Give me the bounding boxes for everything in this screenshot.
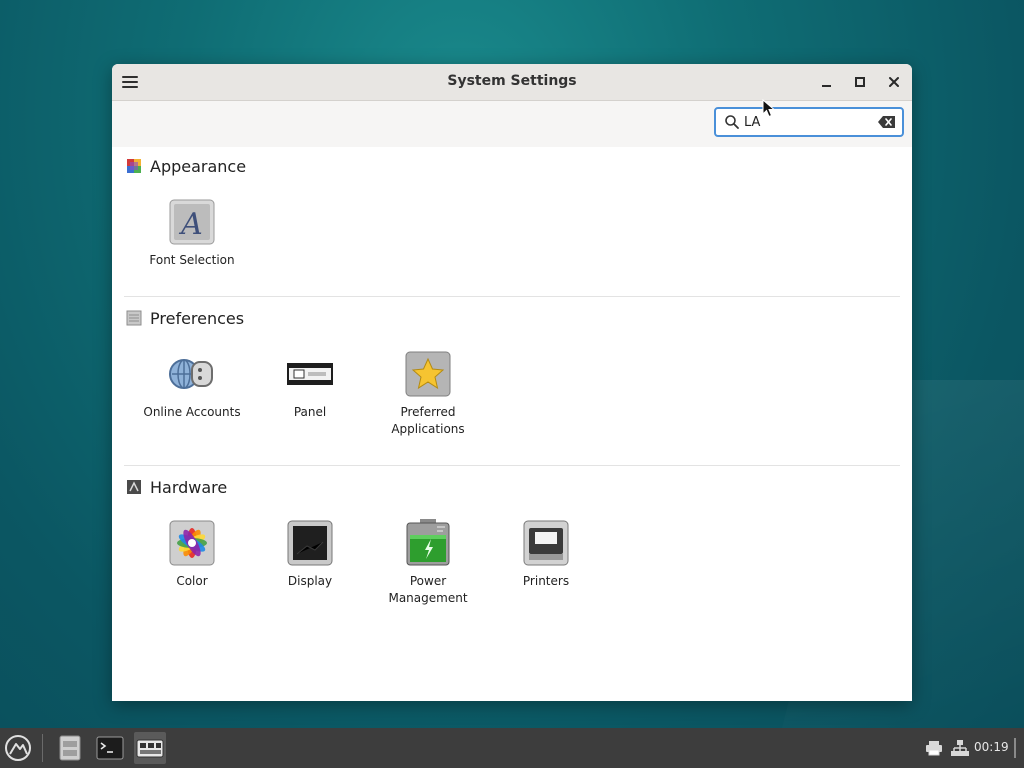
titlebar[interactable]: System Settings (112, 64, 912, 101)
taskbar: 00:19 (0, 728, 1024, 768)
item-label: Font Selection (149, 253, 235, 267)
svg-text:A: A (178, 207, 203, 242)
minimize-icon (821, 85, 831, 87)
start-menu-button[interactable] (2, 732, 34, 764)
close-icon (889, 77, 899, 87)
panel-icon (286, 350, 334, 398)
clear-search-icon[interactable] (878, 116, 896, 128)
item-label: Printers (522, 574, 570, 588)
settings-item-printers[interactable]: Printers (487, 519, 605, 590)
section-appearance: Appearance (126, 156, 246, 176)
preferred-applications-icon (404, 350, 452, 398)
item-label: Display (287, 574, 333, 588)
color-icon (168, 519, 216, 567)
settings-item-preferred-applications[interactable]: Preferred Applications (369, 350, 487, 438)
start-menu-icon (5, 735, 31, 761)
section-title-preferences: Preferences (150, 308, 245, 328)
minimize-button[interactable] (816, 72, 836, 92)
toolbar (112, 101, 912, 147)
settings-item-color[interactable]: Color (133, 519, 251, 590)
close-button[interactable] (884, 72, 904, 92)
section-preferences: Preferences (126, 308, 244, 328)
terminal-button[interactable] (94, 732, 126, 764)
terminal-icon (96, 736, 124, 760)
section-title-appearance: Appearance (150, 156, 247, 176)
item-label: Power Management (388, 574, 468, 605)
power-management-icon (404, 519, 452, 567)
settings-item-power-management[interactable]: Power Management (369, 519, 487, 607)
system-settings-icon (136, 739, 164, 758)
hardware-section-icon (127, 480, 141, 494)
section-divider (124, 465, 900, 466)
network-icon (951, 740, 969, 756)
system-settings-window: System Settings LA Appearance A Font Sel… (112, 64, 912, 701)
window-title: System Settings (447, 73, 577, 89)
section-title-hardware: Hardware (150, 477, 228, 497)
mouse-cursor-icon (762, 99, 776, 118)
section-divider (124, 296, 900, 297)
settings-item-online-accounts[interactable]: Online Accounts (133, 350, 251, 421)
printer-icon (926, 741, 942, 756)
file-manager-button[interactable] (54, 732, 86, 764)
maximize-button[interactable] (850, 72, 870, 92)
system-settings-taskbar-button[interactable] (134, 732, 166, 764)
settings-item-font-selection[interactable]: A Font Selection (133, 198, 251, 269)
settings-item-display[interactable]: Display (251, 519, 369, 590)
network-tray-button[interactable] (944, 732, 976, 764)
taskbar-separator (42, 734, 43, 762)
font-selection-icon: A (168, 198, 216, 246)
item-label: Color (176, 574, 208, 588)
printers-icon (522, 519, 570, 567)
item-label: Preferred Applications (391, 405, 465, 436)
settings-item-panel[interactable]: Panel (251, 350, 369, 421)
clock[interactable]: 00:19 (974, 740, 1009, 754)
item-label: Panel (293, 405, 327, 419)
online-accounts-icon (168, 350, 216, 398)
item-label: Online Accounts (143, 405, 241, 419)
search-icon (725, 115, 739, 129)
display-icon (286, 519, 334, 567)
file-manager-icon (59, 735, 81, 761)
search-box[interactable] (714, 107, 904, 137)
section-hardware: Hardware (126, 477, 227, 497)
appearance-section-icon (127, 159, 141, 173)
show-desktop-button[interactable] (1014, 738, 1016, 758)
preferences-section-icon (126, 310, 142, 326)
maximize-icon (855, 77, 865, 87)
